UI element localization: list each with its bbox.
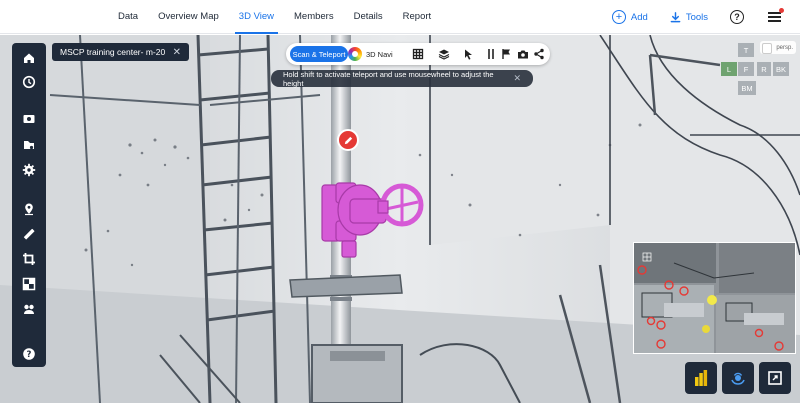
teleport-hint-banner: Hold shift to activate teleport and use … bbox=[271, 69, 533, 88]
tab-details[interactable]: Details bbox=[344, 0, 393, 34]
fullscreen-button[interactable] bbox=[759, 362, 791, 394]
edit-marker-button[interactable] bbox=[337, 129, 359, 151]
location-icon[interactable] bbox=[21, 201, 37, 217]
mode-scan-teleport-button[interactable]: Scan & Teleport bbox=[290, 46, 348, 62]
projection-toggle[interactable]: persp. bbox=[760, 41, 796, 54]
explore-icon[interactable] bbox=[21, 137, 37, 153]
view-bottom-button[interactable]: BM bbox=[738, 81, 756, 95]
panorama-icon[interactable] bbox=[21, 111, 37, 127]
ruler-icon[interactable] bbox=[485, 47, 499, 61]
left-toolbar: ? bbox=[12, 43, 46, 367]
view-right-button[interactable]: R bbox=[757, 62, 771, 76]
view-top-button[interactable]: T bbox=[738, 43, 754, 57]
mode-3d-navi-label: 3D Navi bbox=[366, 49, 393, 59]
clock-icon[interactable] bbox=[21, 74, 37, 90]
close-icon[interactable]: ✕ bbox=[173, 47, 181, 58]
project-name: MSCP training center- m-20 bbox=[60, 47, 166, 57]
view-left-button[interactable]: L bbox=[721, 62, 737, 76]
project-chip[interactable]: MSCP training center- m-20 ✕ bbox=[52, 43, 189, 61]
mode-3d-navi-button[interactable]: 3D Navi bbox=[348, 45, 396, 63]
minimap-plan bbox=[634, 243, 795, 353]
notification-dot bbox=[779, 8, 784, 13]
viewer-toolbar: Scan & Teleport 3D Navi bbox=[286, 43, 550, 65]
cursor-icon[interactable] bbox=[461, 47, 475, 61]
plus-icon: + bbox=[611, 10, 626, 24]
svg-text:?: ? bbox=[27, 350, 32, 360]
help-button[interactable]: ? bbox=[730, 10, 744, 24]
tab-overview-map[interactable]: Overview Map bbox=[148, 0, 229, 34]
view-back-button[interactable]: BK bbox=[773, 62, 789, 76]
tools-label: Tools bbox=[685, 11, 708, 23]
tab-3d-view[interactable]: 3D View bbox=[229, 0, 284, 34]
home-icon[interactable] bbox=[21, 50, 37, 66]
tab-report[interactable]: Report bbox=[393, 0, 442, 34]
layers-icon[interactable] bbox=[437, 47, 451, 61]
tab-data[interactable]: Data bbox=[108, 0, 148, 34]
nav-tabs: Data Overview Map 3D View Members Detail… bbox=[108, 0, 441, 34]
download-icon bbox=[670, 11, 681, 22]
markup-icon[interactable] bbox=[21, 301, 37, 317]
clipping-icon[interactable] bbox=[21, 276, 37, 292]
help-icon[interactable]: ? bbox=[21, 346, 37, 362]
scanner-button[interactable] bbox=[722, 362, 754, 394]
powerbi-button[interactable] bbox=[685, 362, 717, 394]
menu-icon[interactable] bbox=[768, 8, 784, 22]
color-wheel-icon bbox=[348, 47, 362, 61]
flag-icon[interactable] bbox=[499, 47, 513, 61]
powerbi-icon bbox=[695, 370, 708, 386]
crop-icon[interactable] bbox=[21, 251, 37, 267]
settings-icon[interactable] bbox=[21, 162, 37, 178]
add-label: Add bbox=[630, 11, 648, 23]
minimap[interactable] bbox=[633, 242, 796, 354]
top-nav: Data Overview Map 3D View Members Detail… bbox=[0, 0, 800, 34]
close-icon[interactable]: ✕ bbox=[513, 73, 521, 84]
share-icon[interactable] bbox=[532, 47, 546, 61]
tools-button[interactable]: Tools bbox=[670, 12, 708, 23]
3d-viewport[interactable]: ? MSCP training center- m-20 ✕ Scan & Te… bbox=[0, 35, 800, 403]
fullscreen-icon bbox=[768, 371, 782, 385]
tab-members[interactable]: Members bbox=[284, 0, 344, 34]
hint-text: Hold shift to activate teleport and use … bbox=[283, 69, 494, 88]
camera-icon[interactable] bbox=[516, 47, 530, 61]
grid-icon[interactable] bbox=[411, 47, 425, 61]
scanner-icon bbox=[731, 372, 745, 385]
pencil-icon bbox=[344, 136, 352, 144]
view-front-button[interactable]: F bbox=[738, 62, 754, 76]
add-button[interactable]: + Add bbox=[611, 10, 648, 24]
measure-icon[interactable] bbox=[21, 226, 37, 242]
